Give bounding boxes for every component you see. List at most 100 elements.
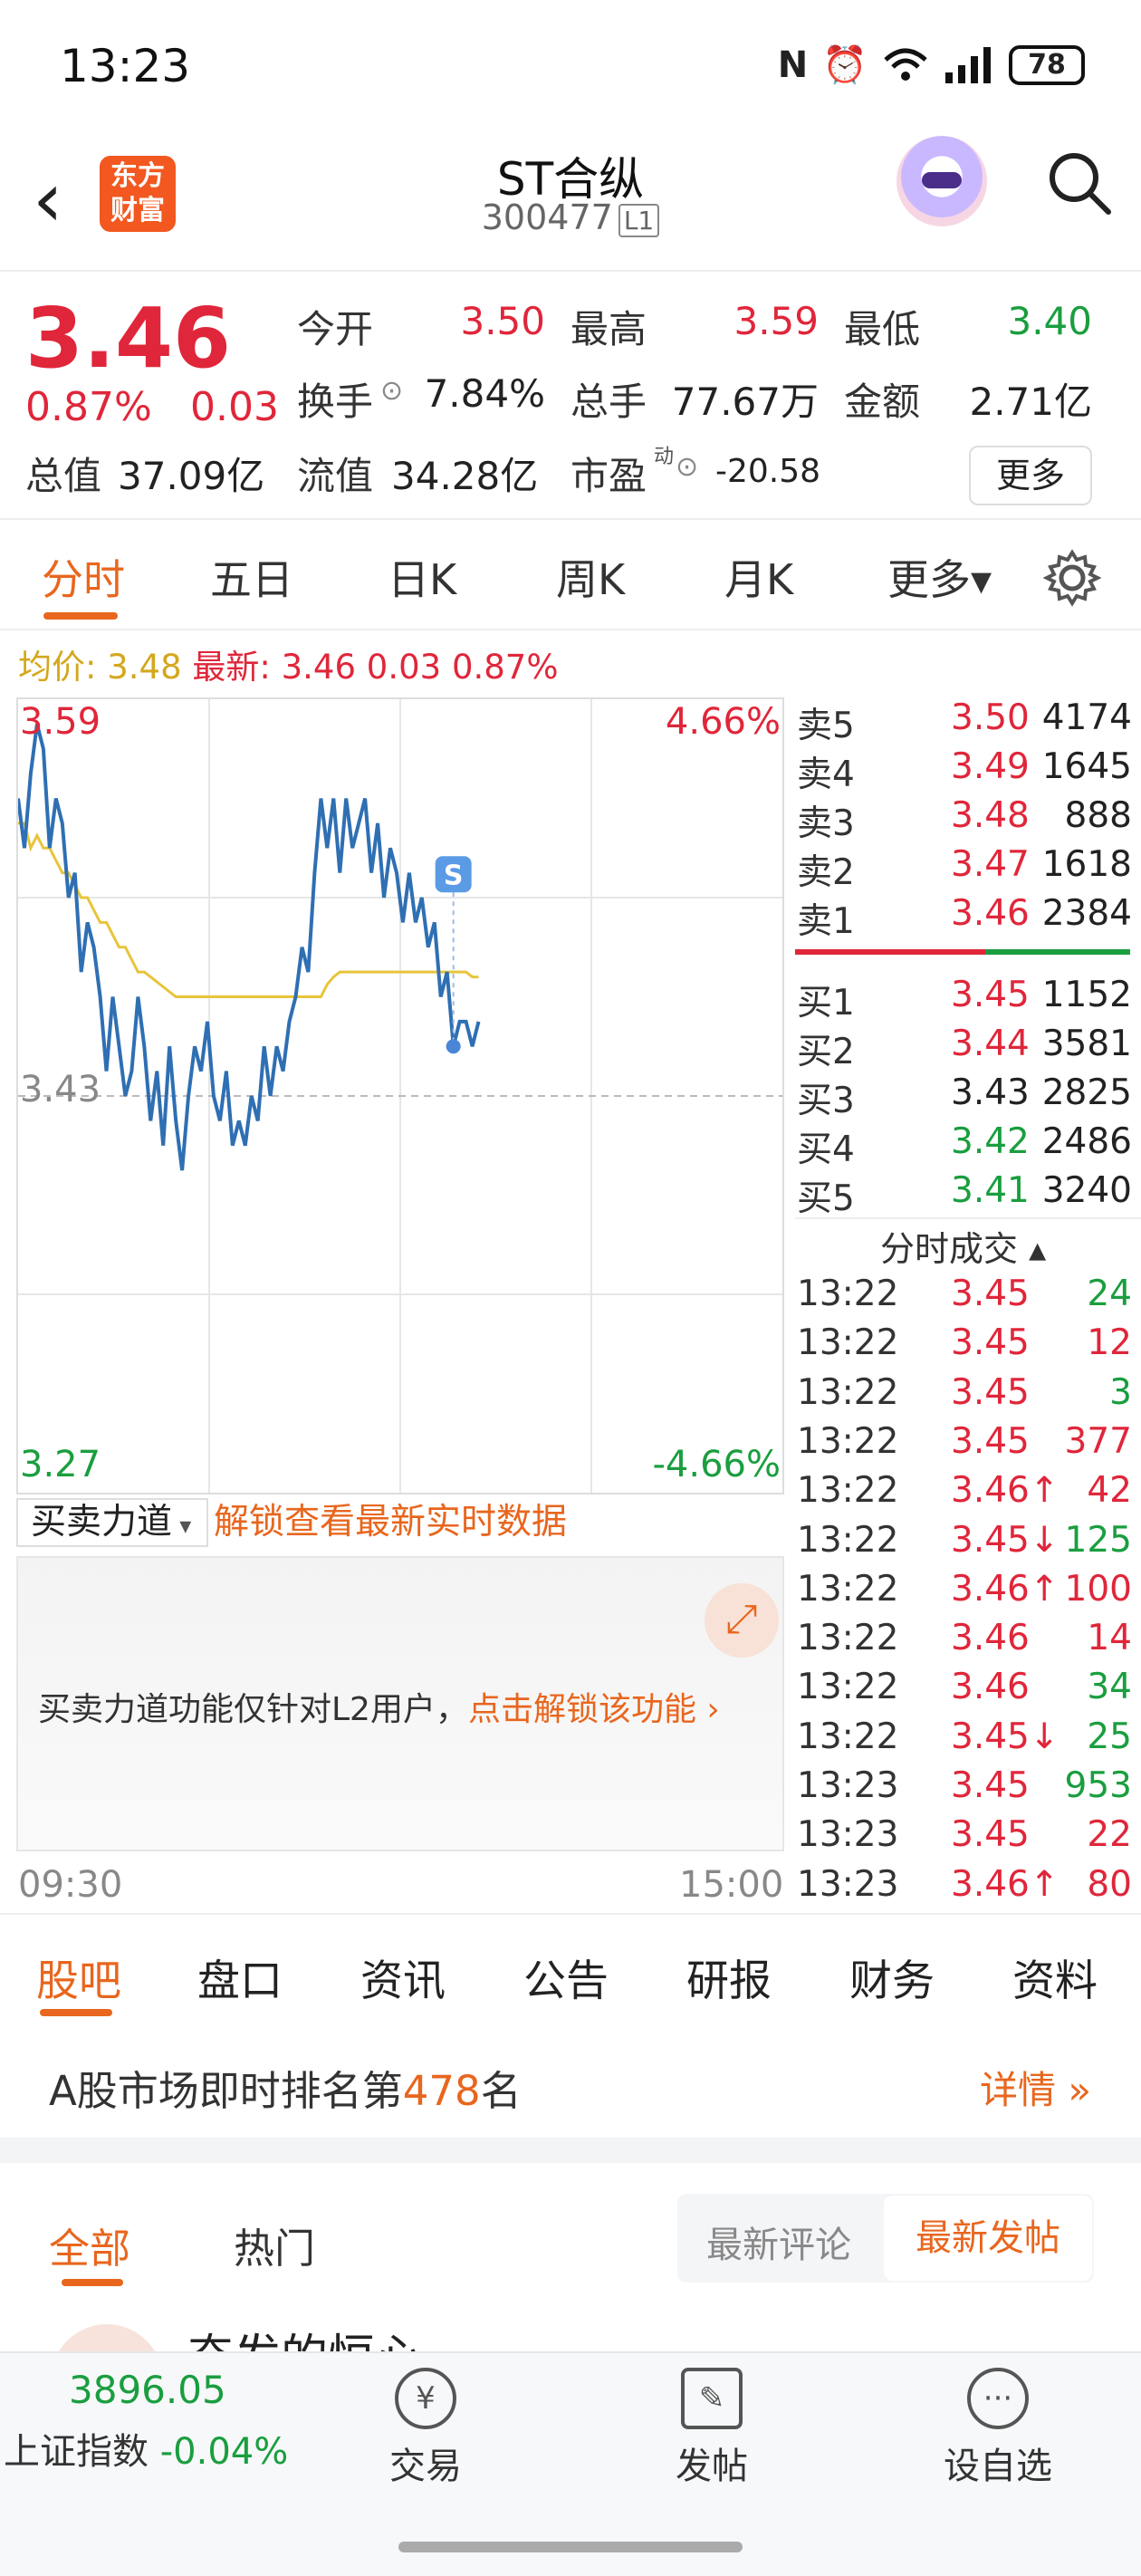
trade-time: 13:22 (797, 1470, 899, 1512)
alarm-icon: ⏰ (822, 44, 868, 86)
status-icons: N ⏰ 78 (778, 43, 1085, 86)
expand-icon[interactable]: ⤢ (705, 1583, 779, 1658)
tab-five-day[interactable]: 五日 (210, 547, 293, 607)
bid-ratio-bar (985, 949, 1130, 955)
open-value: 3.50 (460, 299, 545, 343)
tab-announcements[interactable]: 公告 (523, 1946, 609, 2008)
ask-row: 卖2 3.47 1618 (795, 844, 1141, 893)
search-icon[interactable] (1045, 149, 1114, 217)
nav-watchlist[interactable]: ··· 设自选 (925, 2368, 1070, 2489)
ask-label: 卖5 (797, 706, 855, 746)
avg-price-line (18, 822, 479, 998)
bid-volume: 2825 (1041, 1072, 1132, 1113)
trade-time: 13:22 (797, 1618, 899, 1659)
trade-price: 3.45↓ (951, 1519, 1060, 1561)
tab-research[interactable]: 研报 (686, 1946, 772, 2008)
ask-volume: 1618 (1041, 844, 1132, 885)
tab-finance[interactable]: 财务 (849, 1946, 935, 2008)
tab-guba[interactable]: 股吧 (36, 1946, 121, 2008)
trade-volume: 42 (1087, 1470, 1132, 1512)
bid-price: 3.43 (951, 1072, 1030, 1113)
ask-label: 卖3 (797, 803, 855, 844)
market-rank[interactable]: A股市场即时排名第478名 详情 » (0, 2027, 1141, 2132)
intraday-chart[interactable]: S 3.59 3.43 3.27 4.66% -4.66% (16, 697, 784, 1495)
tab-more[interactable]: 更多▾ (887, 547, 992, 607)
status-bar: 13:23 N ⏰ 78 (0, 0, 1141, 136)
ask-label: 卖1 (797, 901, 855, 942)
stock-header: ‹ 东方 财富 ST合纵 300477 L1 (0, 136, 1141, 272)
tab-weekly-k[interactable]: 周K (556, 547, 625, 607)
info-icon[interactable]: ⊙ (380, 375, 403, 407)
float-label: 流值 (297, 454, 374, 498)
feed-tab-all[interactable]: 全部 (49, 2216, 130, 2274)
index-value[interactable]: 3896.05 (69, 2368, 226, 2412)
ask-volume: 2384 (1041, 893, 1132, 934)
turnover-label: 换手 (297, 380, 374, 424)
bid-label: 买1 (797, 983, 855, 1024)
tab-news[interactable]: 资讯 (360, 1946, 446, 2008)
tab-daily-k[interactable]: 日K (388, 547, 456, 607)
trade-time: 13:22 (797, 1519, 899, 1561)
yen-icon: ¥ (395, 2368, 456, 2429)
orderbook-divider (795, 1217, 1141, 1219)
amount-value: 2.71亿 (969, 380, 1092, 424)
volume-value: 77.67万 (671, 380, 819, 424)
trades-title[interactable]: 分时成交 ▴ (880, 1221, 1046, 1271)
more-button[interactable]: 更多 (969, 446, 1092, 505)
tab-intraday[interactable]: 分时 (42, 547, 125, 607)
last-value: 3.46 (281, 648, 357, 687)
wifi-icon (884, 48, 927, 81)
mktcap-label: 总值 (25, 454, 102, 498)
change-percent: 0.87% (25, 384, 152, 430)
y-axis-bottom: 3.27 (20, 1444, 101, 1485)
feed-tab-hot[interactable]: 热门 (234, 2216, 315, 2274)
ask-row: 卖4 3.49 1645 (795, 746, 1141, 795)
force-selector[interactable]: 买卖力道 ▾ (16, 1498, 208, 1547)
more-dots-icon: ··· (967, 2368, 1029, 2429)
sort-latest-comment[interactable]: 最新评论 (706, 2216, 851, 2268)
trade-price: 3.45 (951, 1765, 1030, 1806)
settings-gear-icon[interactable] (1043, 549, 1101, 607)
unlock-realtime-link[interactable]: 解锁查看最新实时数据 (214, 1498, 567, 1547)
rank-detail-link[interactable]: 详情 » (980, 2060, 1091, 2115)
last-label: 最新: (192, 648, 271, 687)
trade-row: 13:22 3.45 377 (795, 1421, 1141, 1470)
trade-price: 3.46 (951, 1618, 1030, 1659)
ask-row: 卖3 3.48 888 (795, 795, 1141, 844)
assistant-eye (922, 172, 962, 188)
bid-volume: 3240 (1041, 1170, 1132, 1211)
index-ticker[interactable]: 上证指数 -0.04% (4, 2422, 288, 2475)
pe-superscript: 动 (654, 446, 675, 468)
unlock-feature-link[interactable]: 点击解锁该功能 › (468, 1691, 720, 1728)
ask-volume: 1645 (1041, 746, 1132, 787)
level-badge: L1 (618, 204, 660, 237)
bid-price: 3.41 (951, 1170, 1030, 1211)
nav-trade[interactable]: ¥ 交易 (353, 2368, 498, 2489)
bid-label: 买2 (797, 1032, 855, 1072)
bid-row: 买2 3.44 3581 (795, 1024, 1141, 1072)
bid-price: 3.45 (951, 975, 1030, 1015)
signal-icon (945, 46, 991, 83)
trade-row: 13:23 3.45 953 (795, 1765, 1141, 1814)
trade-price: 3.46 (951, 1667, 1030, 1708)
trade-row: 13:22 3.46 14 (795, 1618, 1141, 1667)
tab-pankou[interactable]: 盘口 (197, 1946, 283, 2008)
trade-row: 13:22 3.46↑ 42 (795, 1470, 1141, 1519)
tab-profile[interactable]: 资料 (1012, 1946, 1098, 2008)
feed-tab-indicator (62, 2279, 123, 2286)
nav-post[interactable]: ✎ 发帖 (639, 2368, 784, 2489)
home-indicator[interactable] (398, 2542, 743, 2552)
info-tab-indicator (40, 2009, 112, 2016)
y-axis-top: 3.59 (20, 701, 101, 743)
trade-time: 13:23 (797, 1863, 899, 1905)
trade-time: 13:22 (797, 1568, 899, 1610)
tab-monthly-k[interactable]: 月K (724, 547, 793, 607)
clock: 13:23 (60, 40, 191, 92)
pe-info-icon[interactable]: ⊙ (676, 451, 698, 483)
amount-label: 金额 (844, 380, 921, 424)
intraday-chart-svg: S (16, 699, 782, 1493)
low-label: 最低 (844, 307, 921, 351)
sort-latest-post[interactable]: 最新发帖 (884, 2196, 1092, 2281)
trade-time: 13:22 (797, 1322, 899, 1364)
bid-label: 买5 (797, 1178, 855, 1219)
